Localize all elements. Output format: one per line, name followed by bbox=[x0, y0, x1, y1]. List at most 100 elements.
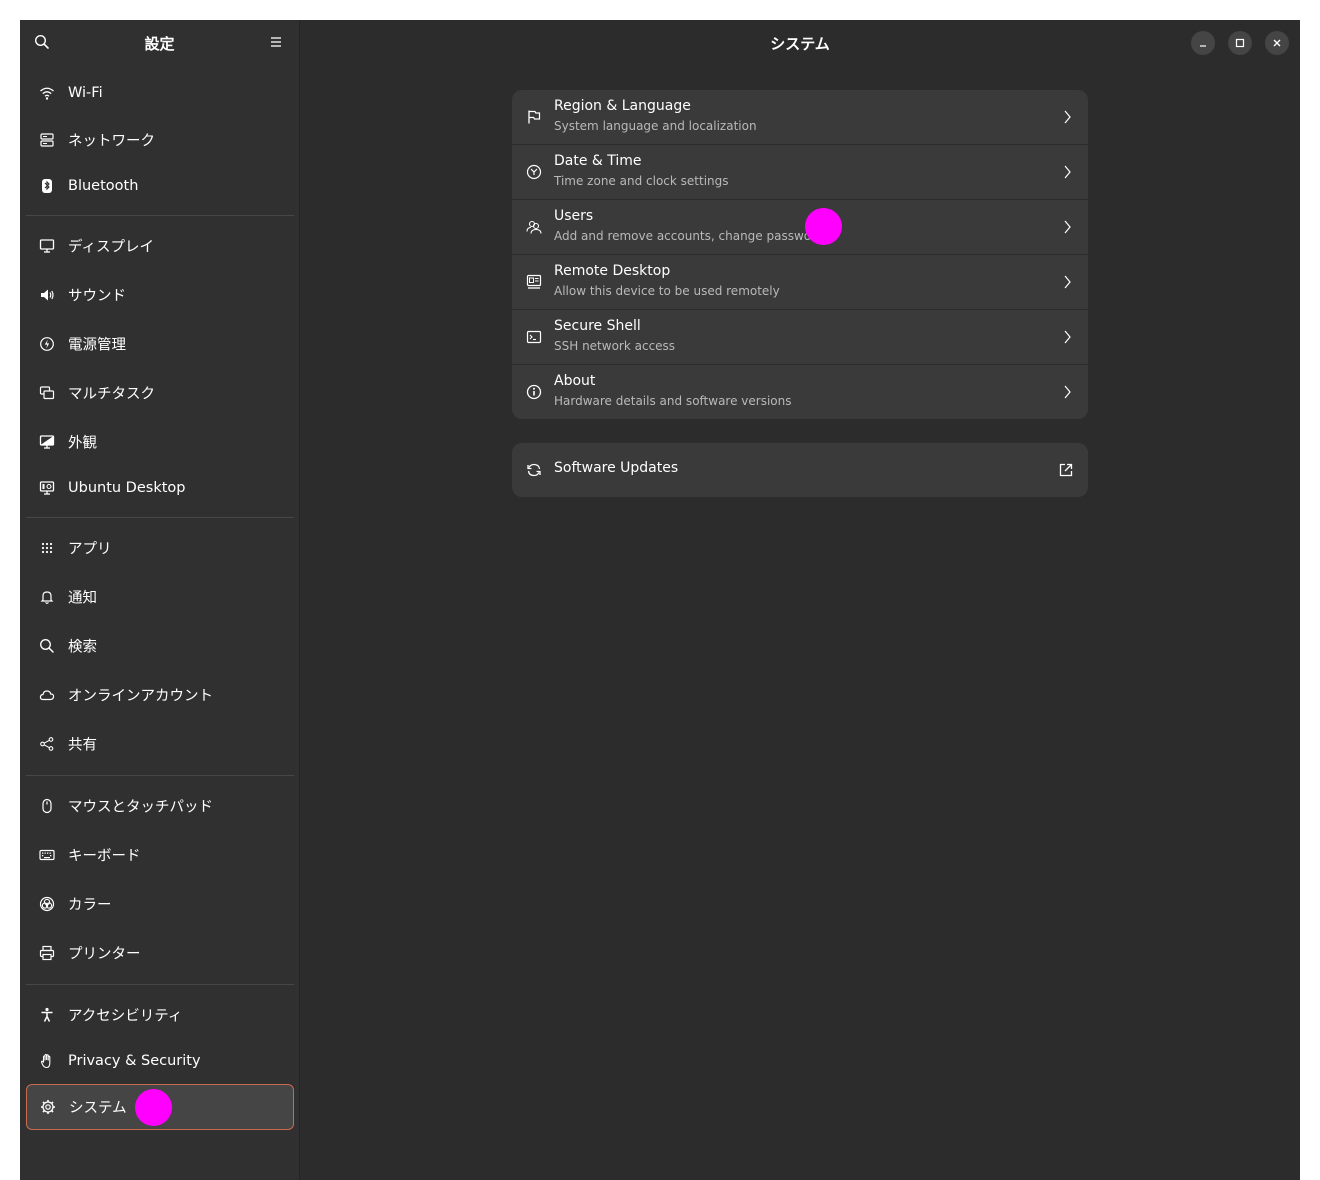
row-subtitle: SSH network access bbox=[554, 339, 676, 353]
sidebar-item-label: アプリ bbox=[68, 541, 112, 558]
network-icon bbox=[39, 132, 55, 148]
bluetooth-icon bbox=[39, 178, 55, 194]
accessibility-icon bbox=[39, 1007, 55, 1023]
row-subtitle: Add and remove accounts, change password bbox=[554, 229, 824, 243]
system-settings-list: Region & Language System language and lo… bbox=[512, 90, 1088, 419]
gear-icon bbox=[40, 1099, 56, 1115]
sidebar-item-apps[interactable]: アプリ bbox=[26, 525, 294, 571]
hamburger-menu-icon[interactable] bbox=[268, 34, 284, 50]
row-title: Remote Desktop bbox=[554, 263, 671, 279]
sidebar-item-label: Wi-Fi bbox=[68, 85, 103, 101]
close-icon bbox=[1273, 39, 1281, 47]
click-marker bbox=[135, 1089, 172, 1126]
sidebar-item-appearance[interactable]: 外観 bbox=[26, 419, 294, 465]
row-date-time[interactable]: Date & Time Time zone and clock settings bbox=[512, 145, 1088, 200]
power-icon bbox=[39, 336, 55, 352]
sidebar-item-search[interactable]: 検索 bbox=[26, 623, 294, 669]
sidebar-item-label: マルチタスク bbox=[68, 386, 155, 403]
search-icon bbox=[39, 638, 55, 654]
clock-icon bbox=[526, 164, 542, 180]
sidebar-item-notifications[interactable]: 通知 bbox=[26, 574, 294, 620]
chevron-right-icon bbox=[1062, 274, 1072, 290]
sidebar-item-accessibility[interactable]: アクセシビリティ bbox=[26, 992, 294, 1038]
hand-icon bbox=[39, 1053, 55, 1069]
maximize-button[interactable] bbox=[1228, 31, 1252, 55]
row-about[interactable]: About Hardware details and software vers… bbox=[512, 365, 1088, 419]
sidebar-item-label: 外観 bbox=[68, 435, 97, 452]
flag-icon bbox=[526, 109, 542, 125]
sidebar-item-sharing[interactable]: 共有 bbox=[26, 721, 294, 767]
info-icon bbox=[526, 384, 542, 400]
sidebar-item-bluetooth[interactable]: Bluetooth bbox=[26, 163, 294, 209]
sidebar-item-label: サウンド bbox=[68, 288, 126, 305]
chevron-right-icon bbox=[1062, 384, 1072, 400]
sidebar-item-label: 検索 bbox=[68, 639, 97, 656]
speaker-icon bbox=[39, 287, 55, 303]
sidebar-item-label: オンラインアカウント bbox=[68, 688, 213, 705]
remote-desktop-icon bbox=[526, 274, 542, 290]
sidebar-item-label: キーボード bbox=[68, 848, 141, 865]
sidebar-item-display[interactable]: ディスプレイ bbox=[26, 223, 294, 269]
multitasking-icon bbox=[39, 385, 55, 401]
users-icon bbox=[526, 219, 542, 235]
sidebar-item-printers[interactable]: プリンター bbox=[26, 930, 294, 976]
sidebar-item-label: 共有 bbox=[68, 737, 97, 754]
sidebar-item-privacy-security[interactable]: Privacy & Security bbox=[26, 1038, 294, 1084]
sidebar-item-label: マウスとタッチパッド bbox=[68, 799, 213, 816]
row-title: Software Updates bbox=[554, 460, 679, 476]
wifi-icon bbox=[39, 85, 55, 101]
click-marker bbox=[805, 208, 842, 245]
row-region-language[interactable]: Region & Language System language and lo… bbox=[512, 90, 1088, 145]
divider bbox=[26, 775, 294, 776]
row-title: About bbox=[554, 373, 596, 389]
sidebar-item-label: Privacy & Security bbox=[68, 1053, 201, 1069]
chevron-right-icon bbox=[1062, 329, 1072, 345]
sidebar-item-sound[interactable]: サウンド bbox=[26, 272, 294, 318]
divider bbox=[26, 984, 294, 985]
row-subtitle: Allow this device to be used remotely bbox=[554, 284, 780, 298]
row-software-updates[interactable]: Software Updates bbox=[512, 443, 1088, 497]
sidebar-item-multitasking[interactable]: マルチタスク bbox=[26, 370, 294, 416]
chevron-right-icon bbox=[1062, 109, 1072, 125]
sidebar: 設定 Wi-Fi ネットワーク Bluetooth ディスプレイ サウンド 電源… bbox=[20, 20, 300, 1180]
sidebar-title: 設定 bbox=[144, 35, 175, 53]
sidebar-item-label: ネットワーク bbox=[68, 133, 155, 150]
keyboard-icon bbox=[39, 847, 55, 863]
sidebar-item-label: Bluetooth bbox=[68, 178, 139, 194]
sidebar-item-label: カラー bbox=[68, 897, 112, 914]
sidebar-item-wifi[interactable]: Wi-Fi bbox=[26, 70, 294, 116]
printer-icon bbox=[39, 945, 55, 961]
row-subtitle: Time zone and clock settings bbox=[554, 174, 729, 188]
ubuntu-desktop-icon bbox=[39, 480, 55, 496]
sidebar-item-network[interactable]: ネットワーク bbox=[26, 117, 294, 163]
share-icon bbox=[39, 736, 55, 752]
settings-window: 設定 Wi-Fi ネットワーク Bluetooth ディスプレイ サウンド 電源… bbox=[20, 20, 1300, 1180]
divider bbox=[26, 517, 294, 518]
color-icon bbox=[39, 896, 55, 912]
refresh-icon bbox=[526, 462, 542, 478]
external-link-icon[interactable] bbox=[1058, 462, 1074, 478]
close-button[interactable] bbox=[1265, 31, 1289, 55]
software-updates-card: Software Updates bbox=[512, 443, 1088, 497]
minimize-button[interactable] bbox=[1191, 31, 1215, 55]
cloud-icon bbox=[39, 687, 55, 703]
row-remote-desktop[interactable]: Remote Desktop Allow this device to be u… bbox=[512, 255, 1088, 310]
sidebar-item-online-accounts[interactable]: オンラインアカウント bbox=[26, 672, 294, 718]
sidebar-item-color[interactable]: カラー bbox=[26, 881, 294, 927]
display-icon bbox=[39, 238, 55, 254]
sidebar-item-label: 電源管理 bbox=[68, 337, 126, 354]
row-secure-shell[interactable]: Secure Shell SSH network access bbox=[512, 310, 1088, 365]
sidebar-item-label: 通知 bbox=[68, 590, 97, 607]
chevron-right-icon bbox=[1062, 219, 1072, 235]
divider bbox=[26, 215, 294, 216]
row-title: Region & Language bbox=[554, 98, 691, 114]
row-users[interactable]: Users Add and remove accounts, change pa… bbox=[512, 200, 1088, 255]
sidebar-item-power[interactable]: 電源管理 bbox=[26, 321, 294, 367]
row-subtitle: Hardware details and software versions bbox=[554, 394, 792, 408]
minimize-icon bbox=[1200, 45, 1206, 47]
chevron-right-icon bbox=[1062, 164, 1072, 180]
sidebar-item-ubuntu-desktop[interactable]: Ubuntu Desktop bbox=[26, 465, 294, 511]
sidebar-item-label: アクセシビリティ bbox=[68, 1008, 183, 1025]
sidebar-item-mouse-touchpad[interactable]: マウスとタッチパッド bbox=[26, 783, 294, 829]
sidebar-item-keyboard[interactable]: キーボード bbox=[26, 832, 294, 878]
